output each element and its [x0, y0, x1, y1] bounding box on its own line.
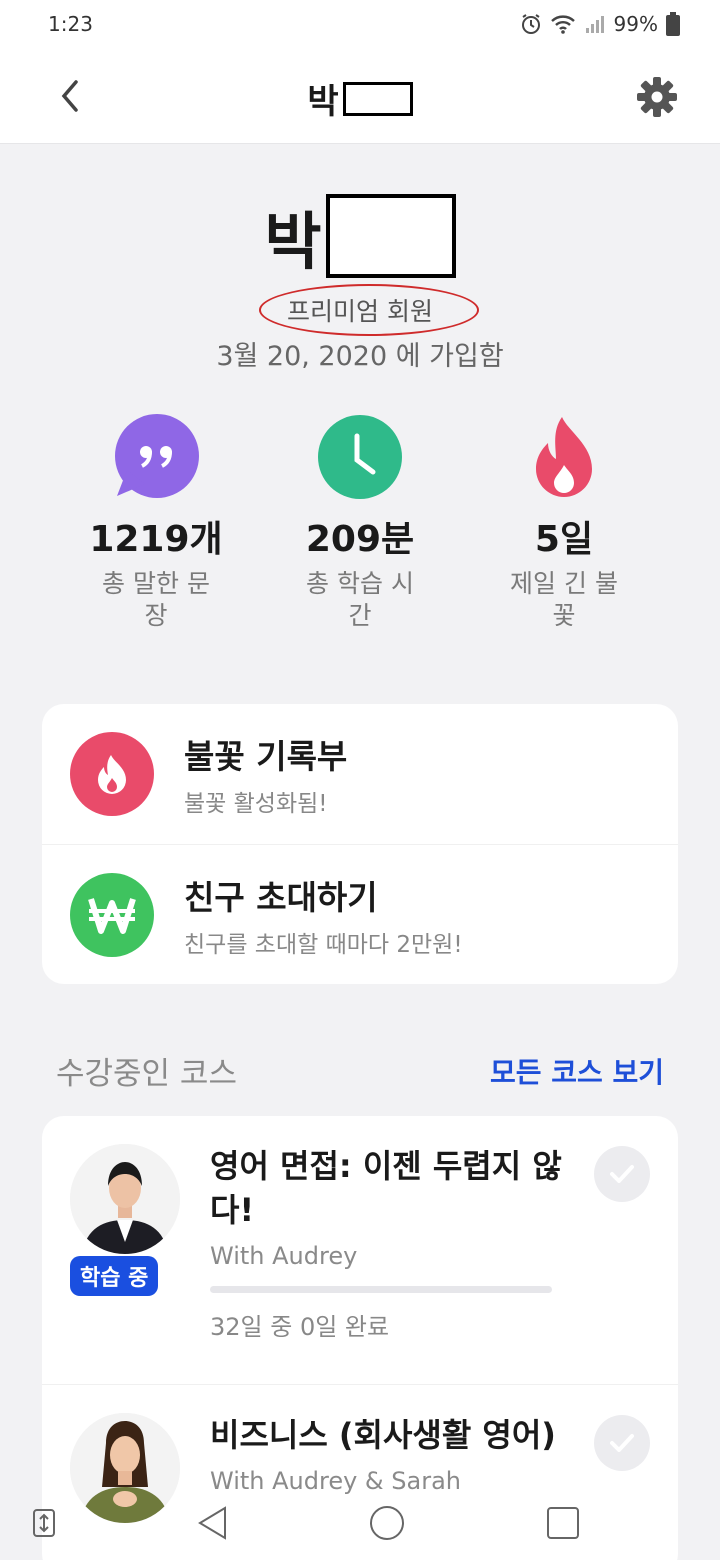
section-title: 수강중인 코스 — [56, 1056, 237, 1092]
triangle-back-icon — [198, 1506, 227, 1540]
stat-value: 209분 — [305, 519, 415, 560]
profile-name: 박 — [0, 190, 720, 282]
menu-item-streak-log[interactable]: 불꽃 기록부 불꽃 활성화됨! — [42, 704, 678, 844]
stat-label: 총 학습 시간 — [306, 569, 414, 630]
course-teacher: With Audrey — [210, 1242, 358, 1270]
course-progress-bar — [210, 1286, 552, 1293]
courses-section-header: 수강중인 코스 모든 코스 보기 — [56, 1048, 664, 1093]
stat-longest-streak: 5일 제일 긴 불꽃 — [462, 412, 666, 632]
gear-icon — [637, 77, 677, 117]
status-icons: 99% — [520, 12, 680, 36]
quote-bubble-icon — [111, 412, 201, 502]
flame-icon — [519, 412, 609, 502]
square-recents-icon — [546, 1507, 579, 1539]
circle-home-icon — [369, 1506, 404, 1540]
page-title: 박 — [0, 74, 720, 123]
battery-percent: 99% — [613, 12, 658, 36]
menu-item-invite-friends[interactable]: 친구 초대하기 친구를 초대할 때마다 2만원! — [42, 844, 678, 984]
check-icon — [610, 1165, 634, 1183]
course-item[interactable]: 학습 중 영어 면접: 이젠 두렵지 않다! With Audrey 32일 중… — [42, 1116, 678, 1384]
status-time: 1:23 — [48, 12, 93, 36]
clock-icon — [315, 412, 405, 502]
won-icon — [70, 872, 154, 957]
avatar — [70, 1144, 180, 1254]
battery-icon — [666, 12, 680, 36]
menu-title: 친구 초대하기 — [184, 877, 378, 917]
stat-value: 5일 — [534, 519, 594, 560]
page-title-text: 박 — [307, 82, 339, 122]
profile-name-text: 박 — [264, 205, 322, 278]
menu-subtitle: 친구를 초대할 때마다 2만원! — [184, 931, 463, 958]
course-body: 영어 면접: 이젠 두렵지 않다! With Audrey 32일 중 0일 완… — [210, 1144, 570, 1384]
menu-title: 불꽃 기록부 — [184, 737, 348, 776]
view-all-courses-link[interactable]: 모든 코스 보기 — [490, 1051, 664, 1091]
stat-sentences: 1219개 총 말한 문장 — [54, 412, 258, 632]
flame-icon — [70, 732, 154, 816]
redacted-name-box — [325, 194, 456, 278]
stat-study-time: 209분 총 학습 시간 — [258, 412, 462, 632]
system-nav-bar — [0, 1490, 720, 1560]
nav-home-button[interactable] — [369, 1505, 405, 1545]
menu-text: 불꽃 기록부 불꽃 활성화됨! — [184, 730, 347, 818]
app-bar: 박 — [0, 48, 720, 144]
course-progress-text: 32일 중 0일 완료 — [210, 1313, 390, 1341]
course-title: 영어 면접: 이젠 두렵지 않다! — [210, 1147, 562, 1229]
stat-value: 1219개 — [89, 519, 223, 560]
settings-button[interactable] — [636, 76, 678, 118]
redacted-name-box — [342, 81, 413, 116]
course-check-button[interactable] — [594, 1146, 650, 1202]
check-icon — [610, 1434, 634, 1452]
stat-label: 제일 긴 불꽃 — [510, 569, 618, 630]
annotation-circle — [259, 284, 480, 336]
menu-text: 친구 초대하기 친구를 초대할 때마다 2만원! — [184, 871, 463, 959]
menu-card: 불꽃 기록부 불꽃 활성화됨! 친구 초대하기 친구를 초대할 때마다 2만원! — [42, 704, 678, 984]
wifi-icon — [550, 15, 575, 34]
alarm-icon — [521, 14, 540, 34]
nav-recents-button[interactable] — [546, 1506, 580, 1544]
nav-back-button[interactable] — [197, 1506, 227, 1544]
rotate-button[interactable] — [32, 1508, 56, 1542]
course-check-button[interactable] — [594, 1415, 650, 1471]
status-badge: 학습 중 — [70, 1256, 159, 1296]
profile-header: 박 프리미엄 회원 3월 20, 2020 에 가입함 — [0, 190, 720, 373]
status-bar: 1:23 99% — [0, 0, 720, 48]
rotate-icon — [33, 1509, 55, 1537]
joined-date: 3월 20, 2020 에 가입함 — [216, 341, 504, 372]
stats-row: 1219개 총 말한 문장 209분 총 학습 시간 5일 제일 긴 불꽃 — [0, 412, 720, 632]
signal-icon — [585, 16, 604, 33]
course-title: 비즈니스 (회사생활 영어) — [210, 1416, 556, 1454]
stat-label: 총 말한 문장 — [102, 569, 210, 630]
menu-subtitle: 불꽃 활성화됨! — [184, 791, 328, 817]
membership-wrapper: 프리미엄 회원 — [259, 284, 480, 336]
